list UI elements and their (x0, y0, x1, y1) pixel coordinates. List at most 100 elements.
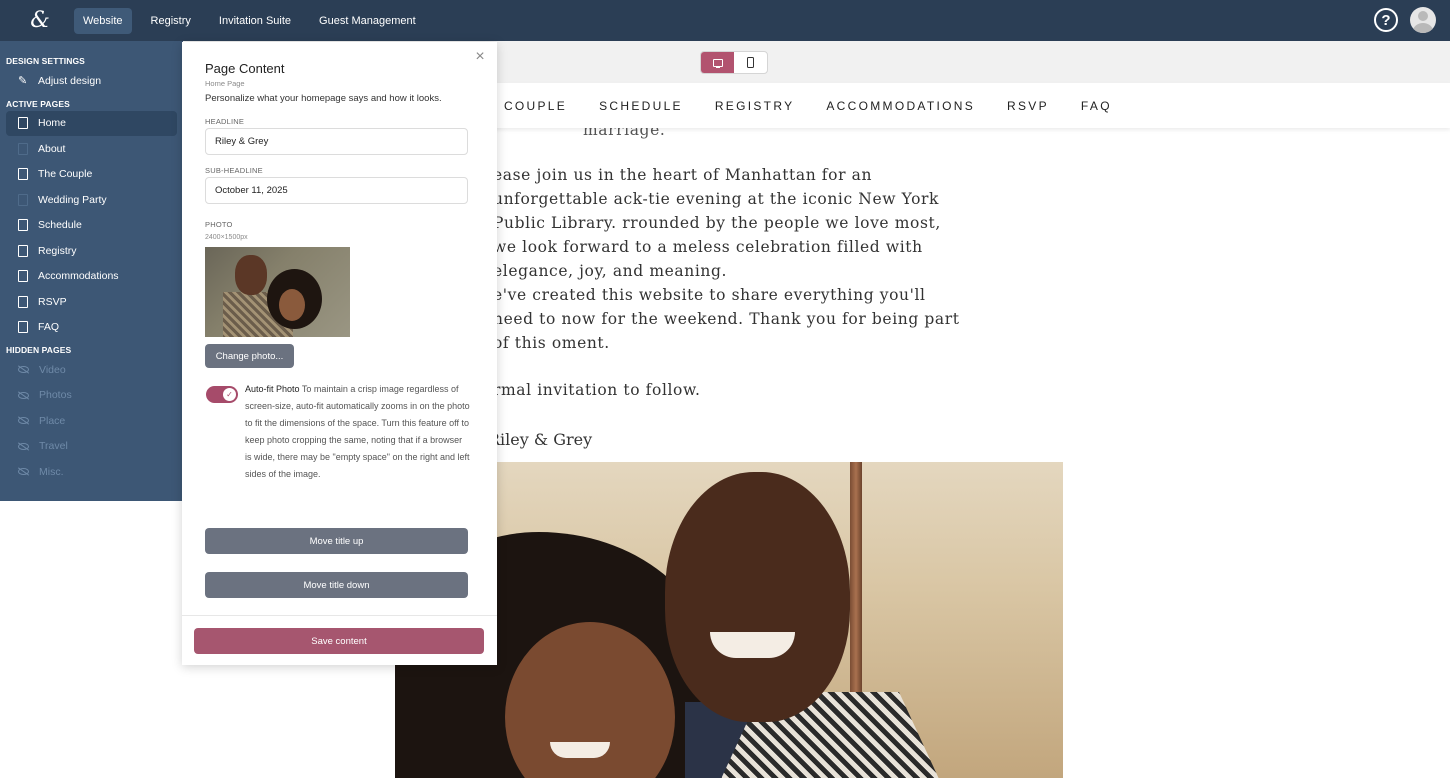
hidden-pages-heading: HIDDEN PAGES (6, 345, 72, 355)
sidebar-item-misc[interactable]: Misc. (6, 459, 177, 485)
sidebar-item-adjust-design[interactable]: ✎ Adjust design (6, 68, 177, 94)
sidebar-item-the-couple[interactable]: The Couple (6, 162, 177, 188)
headline-field[interactable]: Riley & Grey (205, 128, 468, 155)
site-nav-rsvp[interactable]: RSVP (1007, 99, 1049, 113)
signature: Riley & Grey (488, 430, 593, 449)
website-paragraph: e've created this website to share every… (493, 286, 960, 352)
photo-detail (279, 289, 305, 321)
sidebar: DESIGN SETTINGS ✎ Adjust design ACTIVE P… (0, 41, 183, 501)
design-settings-heading: DESIGN SETTINGS (6, 56, 85, 66)
sidebar-item-label: Registry (38, 244, 77, 257)
autofit-toggle[interactable]: ✓ (206, 386, 238, 403)
close-icon[interactable]: × (473, 49, 487, 65)
topbar-actions: ? (1374, 7, 1436, 33)
site-nav-registry[interactable]: REGISTRY (715, 99, 795, 113)
page-icon (18, 168, 28, 181)
sidebar-item-registry[interactable]: Registry (6, 238, 177, 264)
site-nav-the-couple[interactable]: E COUPLE (488, 99, 567, 113)
user-avatar[interactable] (1410, 7, 1436, 33)
page-icon (18, 270, 28, 283)
photo-dimensions: 2400×1500px (205, 234, 248, 241)
sidebar-item-label: Wedding Party (38, 193, 107, 206)
sidebar-item-travel[interactable]: Travel (6, 434, 177, 460)
sidebar-item-label: The Couple (38, 168, 93, 181)
invitation-note: rmal invitation to follow. (493, 381, 701, 399)
site-nav-faq[interactable]: FAQ (1081, 99, 1112, 113)
site-nav-schedule[interactable]: SCHEDULE (599, 99, 683, 113)
sidebar-item-label: Place (39, 414, 66, 427)
sidebar-item-label: Accommodations (38, 270, 119, 283)
nav-guest-management[interactable]: Guest Management (310, 8, 425, 34)
sidebar-item-schedule[interactable]: Schedule (6, 213, 177, 239)
mobile-view-button[interactable] (734, 52, 767, 73)
nav-registry[interactable]: Registry (142, 8, 200, 34)
sidebar-item-label: Schedule (38, 219, 82, 232)
help-icon[interactable]: ? (1374, 8, 1398, 32)
active-pages-heading: ACTIVE PAGES (6, 98, 70, 109)
pen-icon: ✎ (18, 74, 28, 87)
sidebar-item-wedding-party[interactable]: Wedding Party (6, 187, 177, 213)
page-content-panel: × Page Content Home Page Personalize wha… (182, 42, 497, 665)
sidebar-item-place[interactable]: Place (6, 408, 177, 434)
monitor-icon (712, 58, 723, 68)
subheadline-label: SUB-HEADLINE (205, 166, 263, 175)
sidebar-item-video[interactable]: Video (6, 357, 177, 383)
sidebar-item-label: Photos (39, 389, 72, 402)
nav-invitation-suite[interactable]: Invitation Suite (210, 8, 300, 34)
save-content-button[interactable]: Save content (194, 628, 484, 654)
phone-icon (747, 57, 754, 68)
photo-detail (665, 472, 850, 722)
change-photo-button[interactable]: Change photo... (205, 344, 294, 368)
move-title-down-button[interactable]: Move title down (205, 572, 468, 598)
eye-slash-icon (18, 366, 29, 374)
panel-subtitle: Home Page (205, 79, 245, 88)
photo-label: PHOTO (205, 220, 233, 229)
panel-divider (182, 615, 497, 616)
sidebar-item-label: Adjust design (38, 74, 102, 87)
autofit-help-text: To maintain a crisp image regardless of … (245, 384, 470, 479)
subheadline-field[interactable]: October 11, 2025 (205, 177, 468, 204)
autofit-description: Auto-fit Photo To maintain a crisp image… (245, 381, 471, 483)
sidebar-item-label: Travel (39, 440, 68, 453)
autofit-label: Auto-fit Photo (245, 384, 300, 394)
nav-website[interactable]: Website (74, 7, 132, 34)
sidebar-item-photos[interactable]: Photos (6, 383, 177, 409)
welcome-paragraph: ease join us in the heart of Manhattan f… (493, 166, 941, 280)
sidebar-item-accommodations[interactable]: Accommodations (6, 264, 177, 290)
page-icon (18, 321, 28, 334)
photo-detail (235, 255, 267, 295)
top-bar: & Website Registry Invitation Suite Gues… (0, 0, 1450, 41)
app-logo[interactable]: & (20, 7, 60, 35)
sidebar-item-rsvp[interactable]: RSVP (6, 289, 177, 315)
sidebar-item-about[interactable]: About (6, 136, 177, 162)
eye-slash-icon (18, 417, 29, 425)
page-icon (18, 193, 28, 206)
sidebar-item-label: Home (38, 117, 67, 130)
page-icon (18, 117, 28, 130)
eye-slash-icon (18, 468, 29, 476)
site-nav-accommodations[interactable]: ACCOMMODATIONS (826, 99, 975, 113)
device-toggle (700, 51, 768, 74)
sidebar-item-label: FAQ (38, 321, 60, 334)
check-icon: ✓ (223, 388, 236, 401)
sidebar-item-label: Misc. (39, 465, 64, 478)
page-icon (18, 219, 28, 232)
sidebar-item-label: Video (39, 363, 66, 376)
page-icon (18, 244, 28, 257)
sidebar-item-label: RSVP (38, 295, 67, 308)
sidebar-item-faq[interactable]: FAQ (6, 315, 177, 341)
desktop-view-button[interactable] (701, 52, 734, 73)
eye-slash-icon (18, 442, 29, 450)
sidebar-item-home[interactable]: Home (6, 110, 177, 136)
panel-description: Personalize what your homepage says and … (205, 93, 442, 104)
photo-detail (710, 632, 795, 658)
eye-slash-icon (18, 391, 29, 399)
headline-label: HEADLINE (205, 117, 245, 126)
panel-title: Page Content (205, 61, 285, 76)
photo-detail (550, 742, 610, 758)
sidebar-item-label: About (38, 142, 66, 155)
page-icon (18, 295, 28, 308)
photo-thumbnail (205, 247, 350, 337)
page-icon (18, 142, 28, 155)
move-title-up-button[interactable]: Move title up (205, 528, 468, 554)
